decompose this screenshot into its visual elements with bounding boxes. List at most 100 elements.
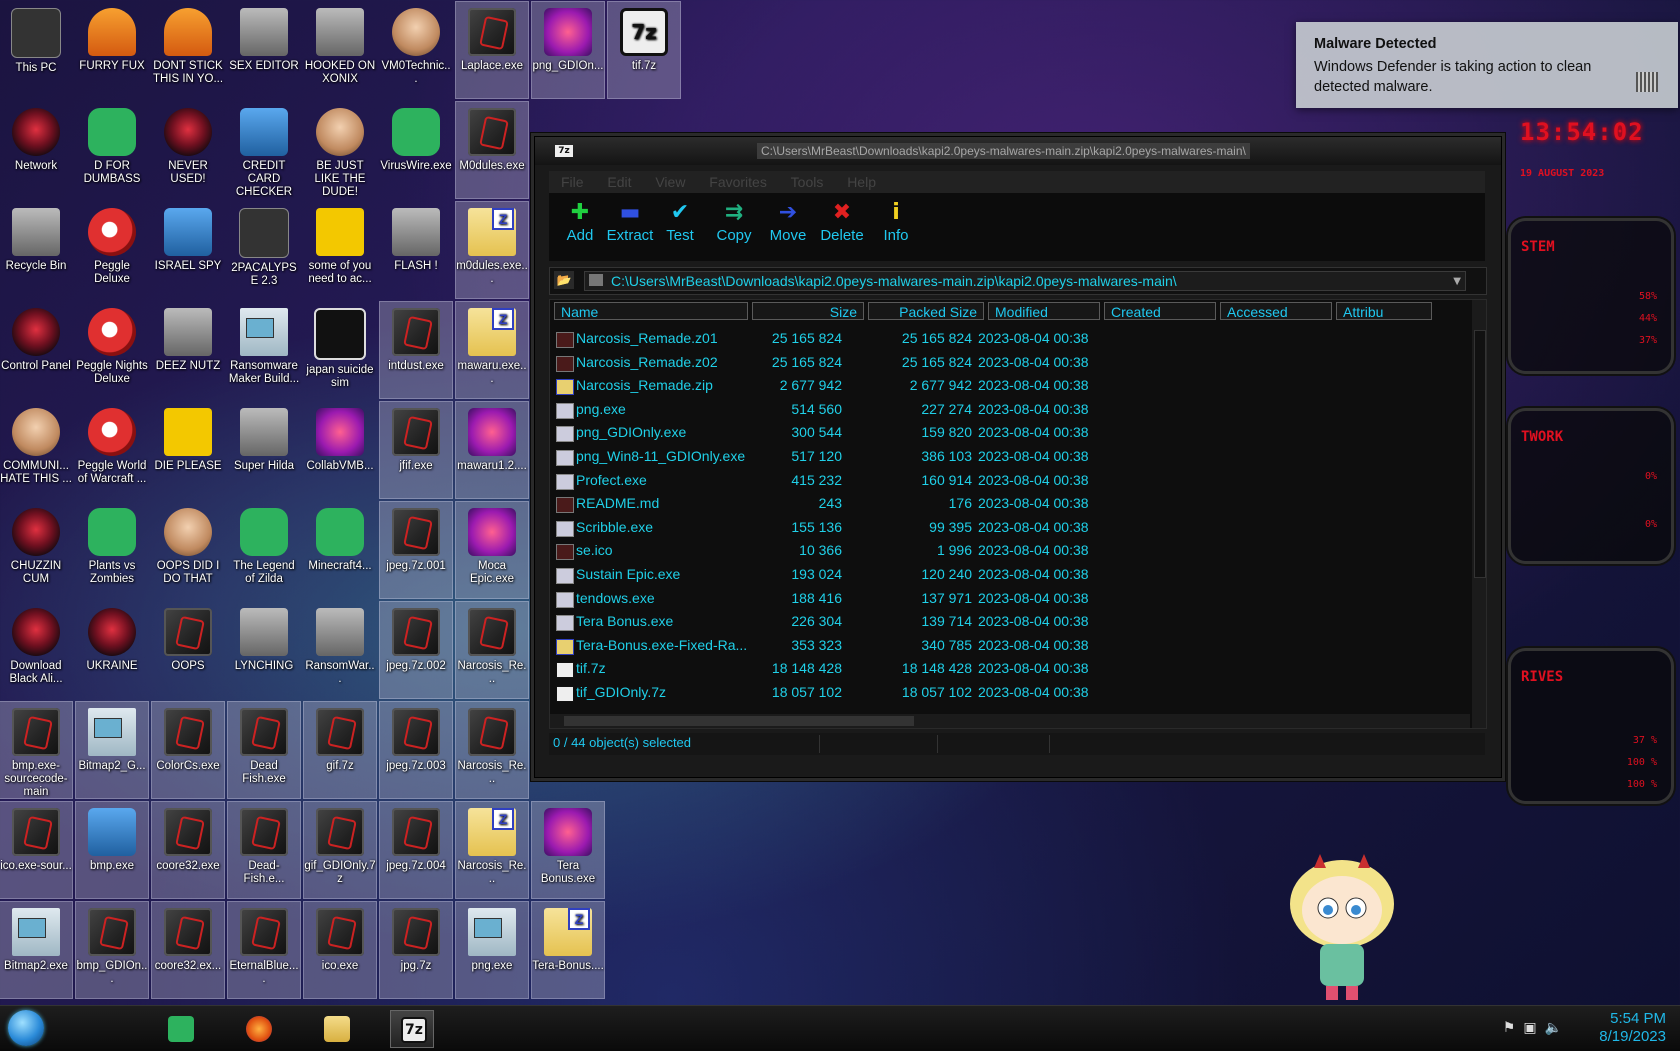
desktop-icon[interactable]: Network — [0, 102, 72, 198]
menu-file[interactable]: File — [561, 171, 584, 193]
file-row[interactable]: README.md 243 176 2023-08-04 00:38 — [550, 493, 1470, 517]
file-row[interactable]: Narcosis_Remade.zip 2 677 942 2 677 942 202… — [550, 375, 1470, 399]
desktop-icon[interactable]: mawaru.exe... — [455, 301, 529, 399]
desktop-icon[interactable]: coore32.ex... — [151, 901, 225, 999]
desktop-icon[interactable]: Minecraft4... — [304, 502, 376, 598]
desktop-icon[interactable]: The Legend of Zilda — [228, 502, 300, 598]
desktop-icon[interactable]: Laplace.exe — [455, 1, 529, 99]
vertical-scrollbar[interactable] — [1472, 300, 1486, 728]
desktop-icon[interactable]: BE JUST LIKE THE DUDE! — [304, 102, 376, 198]
desktop-icon[interactable]: Bitmap2_G... — [75, 701, 149, 799]
desktop-icon[interactable]: Super Hilda — [228, 402, 300, 498]
malware-notification[interactable]: Malware Detected Windows Defender is tak… — [1296, 22, 1678, 108]
info-button[interactable]: i Info — [869, 199, 923, 255]
desktop-icon[interactable]: gif.7z — [303, 701, 377, 799]
desktop-icon[interactable]: gif_GDIOnly.7z — [303, 801, 377, 899]
column-modified[interactable]: Modified — [988, 302, 1100, 320]
desktop-icon[interactable]: SEX EDITOR — [228, 2, 300, 98]
desktop-icon[interactable]: Tera-Bonus.... — [531, 901, 605, 999]
taskbar-clock[interactable]: 5:54 PM 8/19/2023 — [1576, 1010, 1666, 1046]
file-row[interactable]: Sustain Epic.exe 193 024 120 240 2023-08-04… — [550, 564, 1470, 588]
file-row[interactable]: png_Win8-11_GDIOnly.exe 517 120 386 103 202… — [550, 446, 1470, 470]
desktop-icon[interactable]: UKRAINE — [76, 602, 148, 698]
menu-help[interactable]: Help — [847, 171, 876, 193]
desktop-icon[interactable]: Peggle Nights Deluxe — [76, 302, 148, 398]
desktop-icon[interactable]: DEEZ NUTZ — [152, 302, 224, 398]
desktop-icon[interactable]: Peggle World of Warcraft ... — [76, 402, 148, 498]
desktop-icon[interactable]: Narcosis_Re... — [455, 601, 529, 699]
column-accessed[interactable]: Accessed — [1220, 302, 1332, 320]
flag-icon[interactable]: ⚑ — [1503, 1020, 1524, 1036]
scroll-thumb[interactable] — [1474, 330, 1486, 578]
desktop-icon[interactable]: jpg.7z — [379, 901, 453, 999]
desktop-icon[interactable]: ColorCs.exe — [151, 701, 225, 799]
column-name[interactable]: Name — [554, 302, 748, 320]
desktop-icon[interactable]: jfif.exe — [379, 401, 453, 499]
delete-button[interactable]: ✖ Delete — [815, 199, 869, 255]
horizontal-scrollbar[interactable] — [550, 714, 1470, 728]
desktop-icon[interactable]: OOPS DID I DO THAT — [152, 502, 224, 598]
scroll-thumb[interactable] — [564, 716, 914, 726]
desktop-icon[interactable]: 2PACALYPSE 2.3 — [228, 202, 300, 298]
window-titlebar[interactable]: 7z C:\Users\MrBeast\Downloads\kapi2.0pey… — [535, 137, 1501, 165]
taskbar-notes-app[interactable] — [158, 1010, 202, 1048]
desktop-icon[interactable]: Moca Epic.exe — [455, 501, 529, 599]
file-row[interactable]: Scribble.exe 155 136 99 395 2023-08-04 00:3… — [550, 517, 1470, 541]
menu-edit[interactable]: Edit — [607, 171, 631, 193]
desktop-icon[interactable]: ico.exe-sour... — [0, 801, 73, 899]
file-row[interactable]: se.ico 10 366 1 996 2023-08-04 00:38 — [550, 540, 1470, 564]
desktop-icon[interactable]: jpeg.7z.001 — [379, 501, 453, 599]
desktop-icon[interactable]: Ransomware Maker Build... — [228, 302, 300, 398]
desktop-icon[interactable]: mawaru1.2.... — [455, 401, 529, 499]
move-button[interactable]: ➔ Move — [761, 199, 815, 255]
file-row[interactable]: png_GDIOnly.exe 300 544 159 820 2023-08-04 … — [550, 422, 1470, 446]
file-row[interactable]: tendows.exe 188 416 137 971 2023-08-04 00:3… — [550, 588, 1470, 612]
menu-tools[interactable]: Tools — [791, 171, 824, 193]
desktop-icon[interactable]: D FOR DUMBASS — [76, 102, 148, 198]
desktop-icon[interactable]: VM0Technic... — [380, 2, 452, 98]
desktop-icon[interactable]: jpeg.7z.004 — [379, 801, 453, 899]
desktop-icon[interactable]: DIE PLEASE — [152, 402, 224, 498]
column-created[interactable]: Created — [1104, 302, 1216, 320]
desktop-icon[interactable]: M0dules.exe — [455, 101, 529, 199]
extract-button[interactable]: ▬ Extract — [603, 199, 657, 255]
network-icon[interactable]: ▣ — [1523, 1020, 1544, 1036]
folder-up-button[interactable]: 📂 — [554, 271, 574, 289]
desktop-icon[interactable]: Download Black Ali... — [0, 602, 72, 698]
file-row[interactable]: tif_GDIOnly.7z 18 057 102 18 057 102 2023-0… — [550, 682, 1470, 706]
desktop-icon[interactable]: m0dules.exe... — [455, 201, 529, 299]
desktop-icon[interactable]: ISRAEL SPY — [152, 202, 224, 298]
taskbar-firefox[interactable] — [236, 1010, 280, 1048]
desktop-icon[interactable]: png.exe — [455, 901, 529, 999]
desktop-icon[interactable]: intdust.exe — [379, 301, 453, 399]
desktop-icon[interactable]: png_GDIOn... — [531, 1, 605, 99]
add-button[interactable]: ✚ Add — [553, 199, 607, 255]
desktop-icon[interactable]: some of you need to ac... — [304, 202, 376, 298]
desktop-icon[interactable]: Bitmap2.exe — [0, 901, 73, 999]
desktop-icon[interactable]: CREDIT CARD CHECKER — [228, 102, 300, 198]
desktop-icon[interactable]: Recycle Bin — [0, 202, 72, 298]
desktop-icon[interactable]: FURRY FUX — [76, 2, 148, 98]
desktop-icon[interactable]: Tera Bonus.exe — [531, 801, 605, 899]
desktop-icon[interactable]: RansomWar... — [304, 602, 376, 698]
desktop-icon[interactable]: jpeg.7z.002 — [379, 601, 453, 699]
desktop-icon[interactable]: EternalBlue.... — [227, 901, 301, 999]
desktop-icon[interactable]: FLASH ! — [380, 202, 452, 298]
desktop-icon[interactable]: Dead-Fish.e... — [227, 801, 301, 899]
desktop-icon[interactable]: COMMUNI... HATE THIS ... — [0, 402, 72, 498]
desktop-icon[interactable]: NEVER USED! — [152, 102, 224, 198]
file-row[interactable]: Tera-Bonus.exe-Fixed-Ra... 353 323 340 785… — [550, 635, 1470, 659]
taskbar-file-explorer[interactable] — [314, 1010, 358, 1048]
column-attributes[interactable]: Attribu — [1336, 302, 1432, 320]
desktop-icon[interactable]: This PC — [0, 2, 72, 98]
file-row[interactable]: png.exe 514 560 227 274 2023-08-04 00:38 — [550, 399, 1470, 423]
desktop-icon[interactable]: Control Panel — [0, 302, 72, 398]
file-row[interactable]: tif.7z 18 148 428 18 148 428 2023-08-04 00:… — [550, 658, 1470, 682]
volume-icon[interactable]: 🔈 — [1545, 1020, 1570, 1036]
menu-favorites[interactable]: Favorites — [709, 171, 767, 193]
desktop-icon[interactable]: bmp.exe-sourcecode-main — [0, 701, 73, 799]
desktop-icon[interactable]: CollabVMB... — [304, 402, 376, 498]
start-button[interactable] — [8, 1010, 44, 1046]
desktop-icon[interactable]: VirusWire.exe — [380, 102, 452, 198]
desktop-icon[interactable]: Narcosis_Re... — [455, 801, 529, 899]
